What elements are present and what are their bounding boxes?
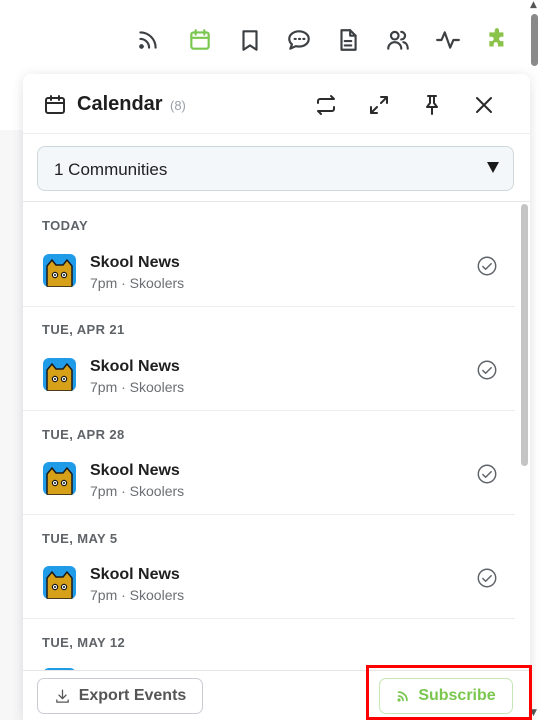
download-icon xyxy=(55,688,69,703)
activity-icon[interactable] xyxy=(434,26,462,54)
check-circle-icon[interactable] xyxy=(476,359,498,381)
community-avatar xyxy=(43,254,76,287)
chevron-down-icon xyxy=(487,162,499,173)
day-header: TUE, APR 21 xyxy=(42,322,125,337)
rss-icon[interactable] xyxy=(134,26,162,54)
export-events-label: Export Events xyxy=(78,687,187,704)
rss-icon xyxy=(397,691,409,702)
divider xyxy=(23,514,515,515)
day-header: TODAY xyxy=(42,218,89,233)
calendar-icon[interactable] xyxy=(186,26,214,54)
day-header: TUE, MAY 5 xyxy=(42,531,118,546)
event-time-host: 7pm · Skoolers xyxy=(90,275,185,291)
event-time-host: 7pm · Skoolers xyxy=(90,483,185,499)
repeat-icon[interactable] xyxy=(313,92,339,118)
calendar-icon xyxy=(43,93,67,117)
event-list[interactable]: TODAY Skool News 7pm · Skoolers TUE, APR… xyxy=(23,202,515,670)
document-icon[interactable] xyxy=(334,26,362,54)
day-header: TUE, APR 28 xyxy=(42,427,125,442)
event-title: Skool News xyxy=(90,254,180,271)
day-header: TUE, MAY 12 xyxy=(42,635,126,650)
users-icon[interactable] xyxy=(384,26,412,54)
expand-icon[interactable] xyxy=(366,92,392,118)
divider xyxy=(23,618,515,619)
check-circle-icon[interactable] xyxy=(476,463,498,485)
pin-icon[interactable] xyxy=(419,92,445,118)
close-icon[interactable] xyxy=(471,92,497,118)
community-avatar xyxy=(43,566,76,599)
panel-title: Calendar xyxy=(77,93,163,115)
calendar-panel: Calendar (8) 1 Communities TODAY Skool N… xyxy=(23,74,530,720)
community-filter-dropdown[interactable]: 1 Communities xyxy=(37,146,514,191)
puzzle-icon[interactable] xyxy=(484,26,512,54)
subscribe-label: Subscribe xyxy=(418,687,496,704)
event-time-host: 7pm · Skoolers xyxy=(90,587,185,603)
community-filter-value: 1 Communities xyxy=(54,160,168,179)
chat-icon[interactable] xyxy=(285,26,313,54)
panel-footer: Export Events Subscribe xyxy=(23,670,530,720)
community-avatar xyxy=(43,358,76,391)
check-circle-icon[interactable] xyxy=(476,255,498,277)
event-time-host: 7pm · Skoolers xyxy=(90,379,185,395)
community-avatar xyxy=(43,462,76,495)
subscribe-button[interactable]: Subscribe xyxy=(379,678,513,714)
check-circle-icon[interactable] xyxy=(476,567,498,589)
event-title: Skool News xyxy=(90,566,180,583)
panel-header: Calendar (8) xyxy=(23,74,530,134)
event-title: Skool News xyxy=(90,358,180,375)
divider xyxy=(23,306,515,307)
event-list-scrollbar-thumb[interactable] xyxy=(521,204,528,466)
divider xyxy=(23,410,515,411)
bookmark-icon[interactable] xyxy=(236,26,264,54)
event-title: Skool News xyxy=(90,462,180,479)
page-scrollbar-thumb[interactable] xyxy=(531,14,538,66)
export-events-button[interactable]: Export Events xyxy=(37,678,203,714)
scroll-down-arrow-icon[interactable]: ▼ xyxy=(530,708,537,718)
scroll-up-arrow-icon[interactable]: ▲ xyxy=(530,0,537,10)
event-count: (8) xyxy=(170,98,186,113)
